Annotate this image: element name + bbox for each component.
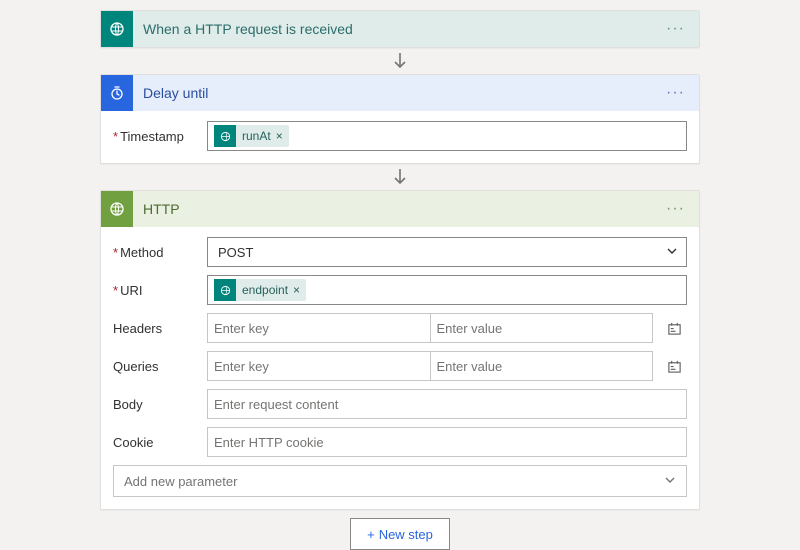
- cookie-label: Cookie: [113, 435, 207, 450]
- headers-value-input[interactable]: [430, 313, 654, 343]
- edit-text-icon[interactable]: [661, 315, 687, 341]
- token-label: runAt: [242, 129, 271, 143]
- method-label: Method: [113, 245, 207, 260]
- more-icon[interactable]: ···: [662, 20, 689, 38]
- chevron-down-icon: [664, 474, 676, 489]
- token-runat[interactable]: runAt ×: [214, 125, 289, 147]
- trigger-title: When a HTTP request is received: [143, 21, 662, 37]
- delay-title: Delay until: [143, 85, 662, 101]
- token-endpoint[interactable]: endpoint ×: [214, 279, 306, 301]
- cookie-input[interactable]: [207, 427, 687, 457]
- arrow-icon: [393, 164, 407, 190]
- http-title: HTTP: [143, 201, 662, 217]
- more-icon[interactable]: ···: [662, 84, 689, 102]
- headers-label: Headers: [113, 321, 207, 336]
- queries-key-input[interactable]: [207, 351, 430, 381]
- method-value: POST: [218, 245, 253, 260]
- http-header[interactable]: HTTP ···: [101, 191, 699, 227]
- token-icon: [214, 279, 236, 301]
- add-parameter-select[interactable]: Add new parameter: [113, 465, 687, 497]
- new-step-label: New step: [379, 527, 433, 542]
- chevron-down-icon: [666, 244, 678, 260]
- uri-label: URI: [113, 283, 207, 298]
- http-request-icon: [101, 11, 133, 47]
- timestamp-input[interactable]: runAt ×: [207, 121, 687, 151]
- close-icon[interactable]: ×: [276, 129, 283, 143]
- trigger-header[interactable]: When a HTTP request is received ···: [101, 11, 699, 47]
- body-label: Body: [113, 397, 207, 412]
- delay-header[interactable]: Delay until ···: [101, 75, 699, 111]
- queries-label: Queries: [113, 359, 207, 374]
- body-input[interactable]: [207, 389, 687, 419]
- method-select[interactable]: POST: [207, 237, 687, 267]
- add-parameter-label: Add new parameter: [124, 474, 237, 489]
- close-icon[interactable]: ×: [293, 283, 300, 297]
- clock-icon: [101, 75, 133, 111]
- headers-key-input[interactable]: [207, 313, 430, 343]
- arrow-icon: [393, 48, 407, 74]
- queries-value-input[interactable]: [430, 351, 654, 381]
- token-label: endpoint: [242, 283, 288, 297]
- uri-input[interactable]: endpoint ×: [207, 275, 687, 305]
- edit-text-icon[interactable]: [661, 353, 687, 379]
- globe-icon: [101, 191, 133, 227]
- token-icon: [214, 125, 236, 147]
- trigger-card: When a HTTP request is received ···: [100, 10, 700, 48]
- plus-icon: +: [367, 527, 375, 542]
- http-card: HTTP ··· Method POST URI: [100, 190, 700, 510]
- new-step-button[interactable]: + New step: [350, 518, 450, 550]
- timestamp-label: Timestamp: [113, 129, 207, 144]
- more-icon[interactable]: ···: [662, 200, 689, 218]
- delay-card: Delay until ··· Timestamp runAt ×: [100, 74, 700, 164]
